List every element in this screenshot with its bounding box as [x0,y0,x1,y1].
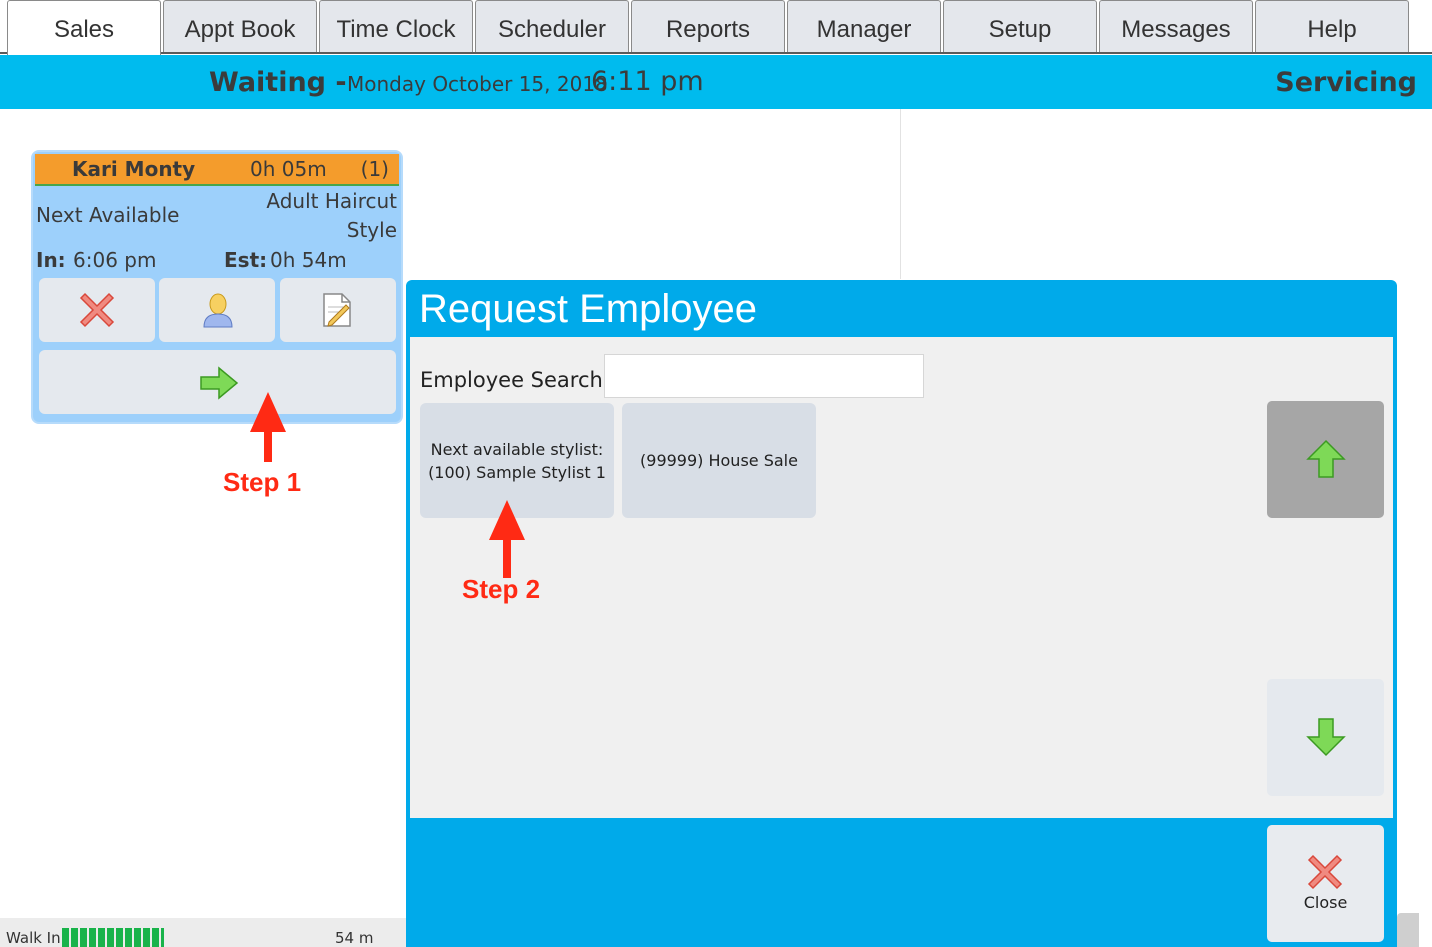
tab-scheduler[interactable]: Scheduler [475,0,629,53]
step-1-label: Step 1 [223,467,302,497]
employee-search-input[interactable] [604,354,924,398]
service-style: Style [346,218,397,242]
assigned-stylist: Next Available [36,203,180,227]
step-2-arrow-icon [489,500,525,578]
wait-minutes: 54 m [335,929,374,947]
servicing-heading: Servicing [1275,67,1417,98]
tab-time-clock[interactable]: Time Clock [319,0,473,53]
service-name: Adult Haircut [266,189,397,213]
check-in-time: 6:06 pm [73,248,157,272]
walk-in-status-bar: Walk In 54 m [0,918,406,947]
ticket-header: Kari Monty 0h 05m (1) [35,154,399,186]
employee-button-line1: (99999) House Sale [640,451,798,470]
person-icon [203,293,233,328]
employee-search-label: Employee Search: [420,368,610,392]
employee-button-line1: Next available stylist: [430,439,604,459]
request-employee-button[interactable] [159,278,275,342]
employee-button-line2: (100) Sample Stylist 1 [428,462,606,482]
wait-elapsed: 0h 05m [250,157,327,181]
client-name: Kari Monty [72,157,196,181]
employee-button-text: Next available stylist: (100) Sample Sty… [428,438,606,484]
employee-button-house-sale[interactable]: (99999) House Sale [622,403,816,518]
scroll-down-button[interactable] [1267,679,1384,796]
delete-ticket-button[interactable] [39,278,155,342]
scroll-down-arrow-icon [1306,718,1346,757]
close-dialog-button[interactable]: Close [1267,825,1384,942]
estimate-time: 0h 54m [270,248,347,272]
ticket-notes-button[interactable] [280,278,396,342]
column-divider [900,109,901,279]
check-in-label: In: [36,248,66,272]
tab-manager[interactable]: Manager [787,0,941,53]
queue-header-bar: Waiting - Monday October 15, 2018 6:11 p… [0,55,1432,109]
tab-reports[interactable]: Reports [631,0,785,53]
waiting-heading: Waiting - [209,67,347,98]
waiting-ticket-card: Kari Monty 0h 05m (1) Next Available Adu… [31,150,403,424]
dialog-title: Request Employee [419,287,757,331]
request-employee-dialog: Request Employee Employee Search: Next a… [406,280,1397,947]
scroll-up-button[interactable] [1267,401,1384,518]
estimate-label: Est: [224,248,268,272]
delete-x-icon [79,292,115,328]
main-tab-bar: Sales Appt Book Time Clock Scheduler Rep… [0,0,1432,55]
close-x-icon [1307,854,1343,890]
notes-icon [323,293,351,327]
current-date: Monday October 15, 2018 [347,72,608,96]
tab-appt-book[interactable]: Appt Book [163,0,317,53]
tab-setup[interactable]: Setup [943,0,1097,53]
tab-bar-divider [0,52,1432,54]
tab-messages[interactable]: Messages [1099,0,1253,53]
servicing-panel-edge [1397,913,1419,947]
tab-help[interactable]: Help [1255,0,1409,53]
current-time: 6:11 pm [591,66,704,97]
ticket-count: (1) [360,157,389,181]
dialog-body: Employee Search: Next available stylist:… [410,337,1393,818]
start-service-button[interactable] [39,350,396,414]
step-2-label: Step 2 [462,574,541,604]
close-label: Close [1303,893,1348,912]
walk-in-label: Walk In [6,929,61,947]
scroll-up-arrow-icon [1306,439,1346,478]
tab-sales[interactable]: Sales [7,0,161,55]
step-1-arrow-icon [250,392,286,462]
wait-progress-bars [62,928,164,947]
forward-arrow-icon [200,366,239,400]
